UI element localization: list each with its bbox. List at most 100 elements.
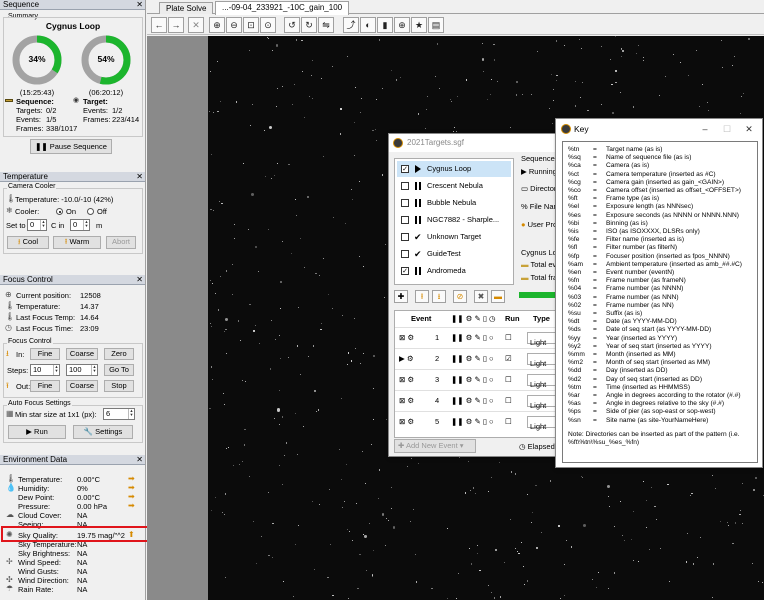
zoom-in-icon[interactable]: ⊕ <box>209 17 225 33</box>
checkbox[interactable] <box>401 182 409 190</box>
close-icon[interactable]: ✕ <box>136 172 143 182</box>
contrast-icon[interactable]: ◐ <box>360 17 376 33</box>
back-arrow-icon[interactable]: ← <box>151 17 167 33</box>
import-icon[interactable]: ▬ <box>491 290 505 303</box>
coarse-steps-input[interactable]: 100 ▲ ▼ <box>66 364 98 376</box>
star <box>523 565 525 567</box>
maximize-icon[interactable]: ☐ <box>716 119 738 139</box>
add-target-icon[interactable]: ✚ <box>394 290 408 303</box>
targets-dialog-title[interactable]: 2021Targets.sgf <box>389 134 559 152</box>
spinner-arrows-icon[interactable]: ▲ ▼ <box>83 220 89 230</box>
focus-panel-title[interactable]: Focus Control ✕ <box>0 275 145 285</box>
auto-focus-run-button[interactable]: ▶ Run <box>8 425 66 439</box>
checkbox[interactable] <box>401 233 409 241</box>
star <box>621 535 624 537</box>
fine-steps-input[interactable]: 10 ▲ ▼ <box>30 364 60 376</box>
move-up-icon[interactable]: ⭱ <box>415 290 429 303</box>
spinner-arrows-icon[interactable]: ▲ ▼ <box>40 220 46 230</box>
abort-button[interactable]: Abort <box>106 236 136 249</box>
star <box>517 551 518 552</box>
star <box>260 535 262 537</box>
cooling-minutes-input[interactable]: 0 ▲ ▼ <box>70 219 90 231</box>
flip-horizontal-icon[interactable]: ⇋ <box>318 17 334 33</box>
crosshair-icon[interactable]: ⊕ <box>394 17 410 33</box>
key-row: %yy = Year (inserted as YYYY) <box>568 335 756 343</box>
tab-plate-solve[interactable]: Plate Solve <box>159 2 214 14</box>
event-row[interactable]: ⊠ ⚙ 5 ❚❚ ⚙ ✎ ▯ ○ ☐ Light <box>395 411 559 432</box>
spinner-arrows-icon[interactable]: ▲ ▼ <box>91 365 97 375</box>
run-checkbox[interactable]: ☐ <box>505 412 512 432</box>
minimize-icon[interactable]: – <box>694 119 716 139</box>
checkbox-checked[interactable]: ✓ <box>401 165 409 173</box>
star-icon[interactable]: ★ <box>411 17 427 33</box>
move-down-icon[interactable]: ⭳ <box>432 290 446 303</box>
event-row[interactable]: ⊠ ⚙ 1 ❚❚ ⚙ ✎ ▯ ○ ☐ Light <box>395 327 559 348</box>
warm-button[interactable]: ⭱ Warm <box>53 236 101 249</box>
histogram-icon[interactable]: ▮ <box>377 17 393 33</box>
star <box>250 192 254 196</box>
focus-stop-button[interactable]: Stop <box>104 380 134 392</box>
cooler-off-radio[interactable] <box>87 208 94 215</box>
add-new-event-button[interactable]: ✚ Add New Event ▾ <box>394 439 476 453</box>
target-list-item[interactable]: NGC7882 - Sharple... <box>397 212 511 228</box>
close-icon[interactable]: ✕ <box>136 275 143 285</box>
checkbox[interactable] <box>401 216 409 224</box>
checkbox[interactable] <box>401 199 409 207</box>
delete-target-icon[interactable]: ✖ <box>474 290 488 303</box>
focus-out-fine-button[interactable]: Fine <box>30 380 60 392</box>
set-temperature-input[interactable]: 0 ▲ ▼ <box>27 219 47 231</box>
event-row[interactable]: ⊠ ⚙ 3 ❚❚ ⚙ ✎ ▯ ○ ☐ Light <box>395 369 559 390</box>
forward-arrow-icon[interactable]: → <box>168 17 184 33</box>
close-icon[interactable]: ✕ <box>136 0 143 10</box>
image-info-icon[interactable]: ▤ <box>428 17 444 33</box>
checkbox[interactable] <box>401 250 409 258</box>
close-image-icon[interactable]: ✕ <box>188 17 204 33</box>
target-list-item[interactable]: ✔ Unknown Target <box>397 229 511 245</box>
focus-goto-button[interactable]: Go To <box>104 364 134 376</box>
pause-sequence-button[interactable]: ❚❚ Pause Sequence <box>30 139 112 154</box>
auto-focus-settings-button[interactable]: 🔧 Settings <box>73 425 133 439</box>
zoom-actual-icon[interactable]: ⊙ <box>260 17 276 33</box>
close-icon[interactable]: ✕ <box>738 119 760 139</box>
sequence-panel-title[interactable]: Sequence ✕ <box>0 0 145 10</box>
focus-out-coarse-button[interactable]: Coarse <box>66 380 98 392</box>
checkbox-checked[interactable]: ✓ <box>401 267 409 275</box>
focus-in-fine-button[interactable]: Fine <box>30 348 60 360</box>
zoom-out-icon[interactable]: ⊖ <box>226 17 242 33</box>
tab-image[interactable]: ...-09-04_233921_-10C_gain_100 <box>215 1 350 15</box>
key-row: %sn = Site name (as site-YourNameHere) <box>568 417 756 425</box>
cool-button[interactable]: ⭳ Cool <box>7 236 49 249</box>
close-icon[interactable]: ✕ <box>136 455 143 465</box>
environment-panel-title[interactable]: Environment Data ✕ <box>0 455 145 465</box>
target-list-item[interactable]: Crescent Nebula <box>397 178 511 194</box>
target-list-item[interactable]: ✓ Andromeda <box>397 263 511 279</box>
rotate-right-icon[interactable]: ↻ <box>301 17 317 33</box>
spinner-arrows-icon[interactable]: ▲ ▼ <box>53 365 59 375</box>
reset-icon[interactable]: ⊘ <box>453 290 467 303</box>
plus-icon: ✚ <box>398 441 406 450</box>
rotate-left-icon[interactable]: ↺ <box>284 17 300 33</box>
star <box>503 561 506 564</box>
focus-zero-button[interactable]: Zero <box>104 348 134 360</box>
star <box>680 62 681 64</box>
min-star-size-input[interactable]: 6 ▲ ▼ <box>103 408 135 420</box>
run-checkbox[interactable]: ☐ <box>505 391 512 411</box>
run-checkbox[interactable]: ☐ <box>505 328 512 348</box>
env-value-rain-rate: NA <box>77 585 88 594</box>
target-list-item[interactable]: ✔ GuideTest <box>397 246 511 262</box>
focus-in-coarse-button[interactable]: Coarse <box>66 348 98 360</box>
event-row[interactable]: ⊠ ⚙ 4 ❚❚ ⚙ ✎ ▯ ○ ☐ Light <box>395 390 559 411</box>
temperature-panel-title[interactable]: Temperature ✕ <box>0 172 145 182</box>
run-checkbox[interactable]: ☐ <box>505 370 512 390</box>
event-row[interactable]: ▶ ⚙ 2 ❚❚ ⚙ ✎ ▯ ○ ☑ Light <box>395 348 559 369</box>
cooler-on-radio[interactable] <box>56 208 63 215</box>
run-checkbox-checked[interactable]: ☑ <box>505 349 512 369</box>
target-list-item[interactable]: ✓ Cygnus Loop <box>397 161 511 177</box>
target-list[interactable]: ✓ Cygnus Loop Crescent Nebula Bubble Neb… <box>394 158 514 285</box>
event-table[interactable]: Event ❚❚ ⚙ ✎ ▯ ◷ Run Type ⊠ ⚙ 1 ❚❚ ⚙ ✎ ▯… <box>394 310 559 438</box>
zoom-fit-icon[interactable]: ⊡ <box>243 17 259 33</box>
spinner-arrows-icon[interactable]: ▲ ▼ <box>128 409 134 419</box>
target-list-item[interactable]: Bubble Nebula <box>397 195 511 211</box>
key-code: %ct <box>568 170 579 178</box>
stretch-icon[interactable]: ⤴ <box>343 17 359 33</box>
